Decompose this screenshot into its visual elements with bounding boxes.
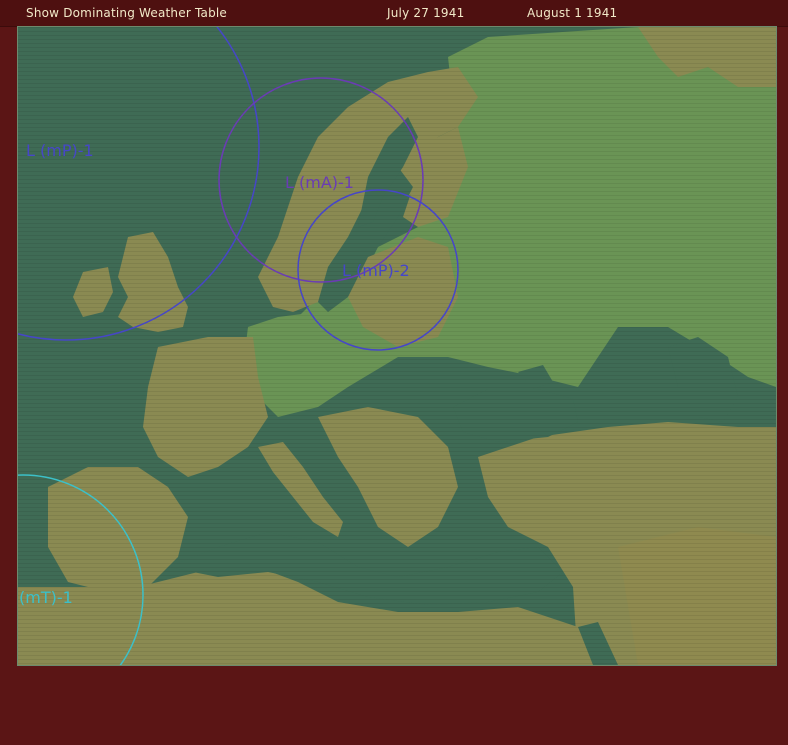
scanline-overlay [18,27,776,665]
show-weather-table-link[interactable]: Show Dominating Weather Table [26,6,227,20]
turn-end-date: August 1 1941 [527,6,618,20]
weather-label-mp2: L (mP)-2 [342,261,410,280]
weather-label-mp1: L (mP)-1 [26,141,94,160]
weather-label-mt1: (mT)-1 [19,588,73,607]
map-canvas[interactable]: L (mP)-1 L (mA)-1 L (mP)-2 (mT)-1 [18,27,776,665]
bottom-panel [0,666,788,745]
weather-map[interactable]: L (mP)-1 L (mA)-1 L (mP)-2 (mT)-1 [17,26,777,666]
turn-start-date: July 27 1941 [387,6,465,20]
weather-label-ma1: L (mA)-1 [285,173,354,192]
top-bar: Show Dominating Weather Table July 27 19… [0,0,788,27]
game-screen: Show Dominating Weather Table July 27 19… [0,0,788,745]
